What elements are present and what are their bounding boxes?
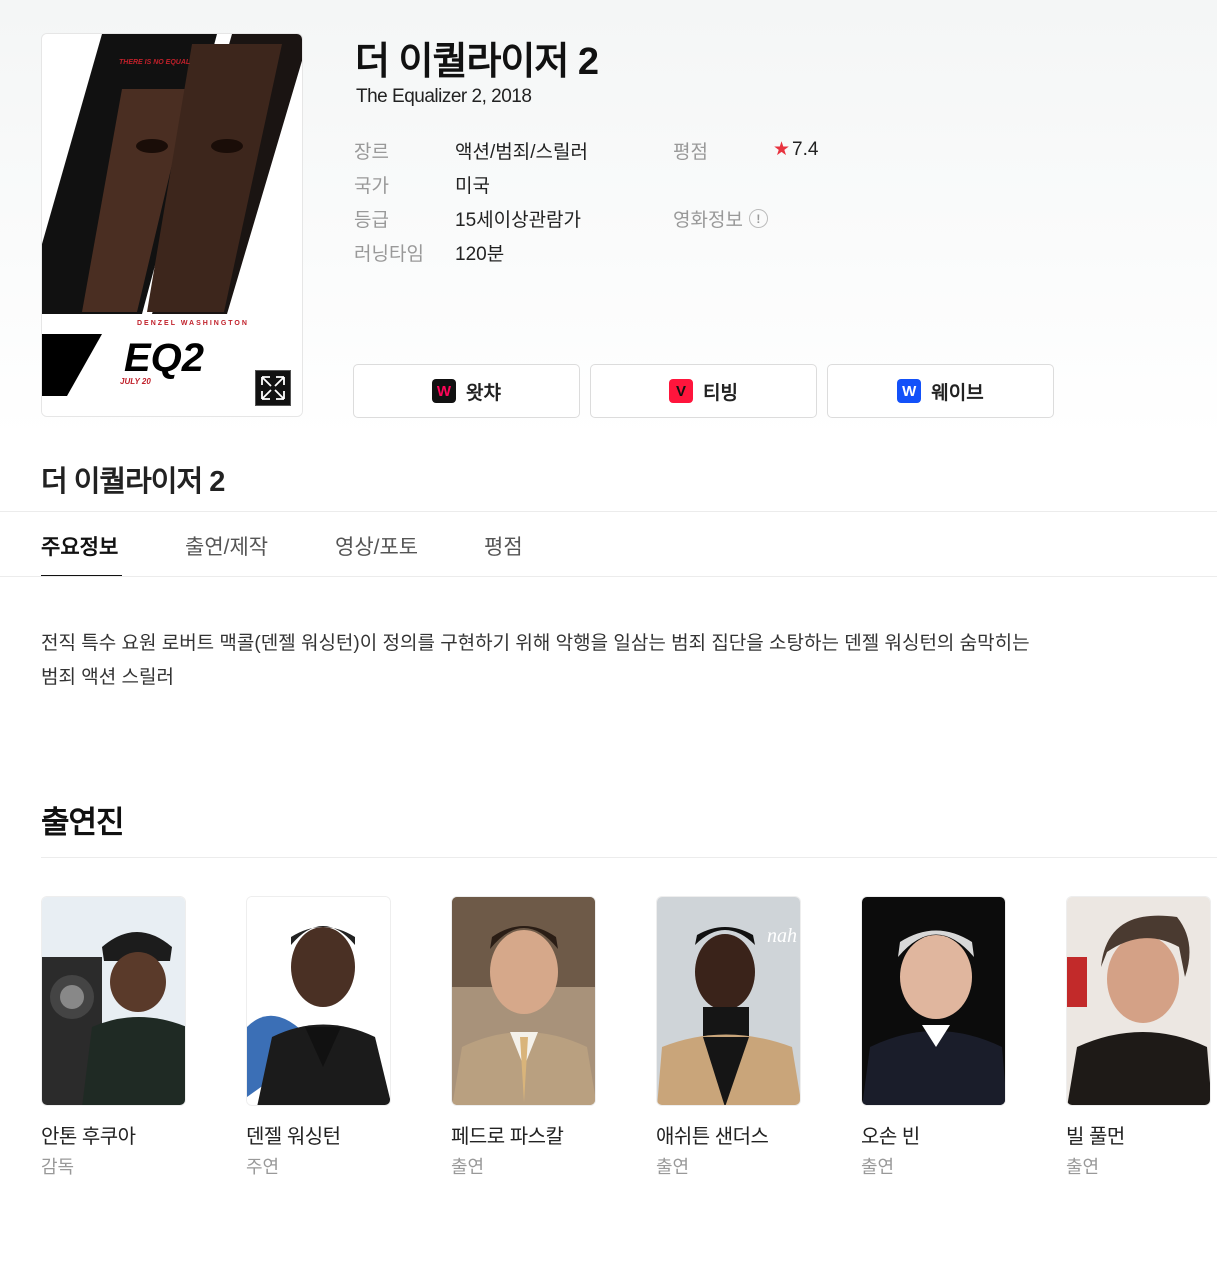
synopsis: 전직 특수 요원 로버트 맥콜(덴젤 워싱턴)이 정의를 구현하기 위해 악행을… [41, 633, 1030, 688]
cast-photo[interactable] [1066, 896, 1211, 1106]
tving-button[interactable]: V 티빙 [590, 364, 817, 418]
cast-photo[interactable] [861, 896, 1006, 1106]
watcha-label: 왓챠 [466, 382, 501, 404]
cast-role: 출연 [451, 1157, 485, 1177]
watcha-logo-icon: W [432, 379, 457, 403]
cast-name[interactable]: 오손 빈 [861, 1120, 1007, 1149]
movie-title: 더 이퀄라이저 2 [355, 41, 599, 83]
cast-name[interactable]: 페드로 파스칼 [451, 1120, 597, 1149]
movie-info-link[interactable]: 영화정보 ! [673, 205, 768, 232]
poster-actor-name: DENZEL WASHINGTON [137, 320, 249, 327]
movie-subtitle: The Equalizer 2, 2018 [356, 86, 532, 107]
country-label: 국가 [354, 176, 389, 197]
cast-name[interactable]: 안톤 후쿠아 [41, 1120, 187, 1149]
tabs-divider [0, 576, 1217, 577]
cast-photo[interactable] [451, 896, 596, 1106]
tving-label: 티빙 [703, 382, 738, 404]
cast-divider [41, 857, 1217, 858]
cast-photo[interactable] [41, 896, 186, 1106]
country-value: 미국 [455, 176, 490, 197]
tab-main-info[interactable]: 주요정보 [41, 531, 118, 561]
tab-rating[interactable]: 평점 [484, 531, 523, 561]
svg-text:nah: nah [767, 925, 797, 947]
cast-role: 감독 [41, 1157, 75, 1177]
star-icon: ★ [773, 139, 791, 160]
tving-logo-icon: V [669, 379, 694, 403]
poster-tagline: THERE IS NO EQUAL [119, 59, 190, 66]
cast-card[interactable]: nah 애쉬튼 샌더스 출연 [656, 896, 802, 1179]
tab-video-photo[interactable]: 영상/포토 [335, 531, 418, 561]
expand-icon[interactable] [255, 370, 291, 406]
grade-value: 15세이상관람가 [455, 210, 582, 231]
cast-photo[interactable]: nah [656, 896, 801, 1106]
info-icon[interactable]: ! [748, 209, 768, 228]
poster-release: JULY 20 [120, 377, 151, 386]
cast-role: 주연 [246, 1157, 280, 1177]
cast-role: 출연 [656, 1157, 690, 1177]
score-value: 7.4 [792, 138, 819, 160]
cast-card[interactable]: 안톤 후쿠아 감독 [41, 896, 187, 1179]
poster-artwork: THERE IS NO EQUAL DENZEL WASHINGTON EQ2 … [42, 34, 302, 416]
cast-card[interactable]: 빌 풀먼 출연 [1066, 896, 1212, 1179]
cast-section-title: 출연진 [41, 805, 125, 840]
cast-name[interactable]: 빌 풀먼 [1066, 1120, 1212, 1149]
score-rating: ★ 7.4 [773, 138, 818, 161]
grade-label: 등급 [354, 210, 389, 231]
cast-role: 출연 [861, 1157, 895, 1177]
cast-card[interactable]: 오손 빈 출연 [861, 896, 1007, 1179]
genre-value: 액션/범죄/스릴러 [455, 142, 588, 163]
cast-card[interactable]: 페드로 파스칼 출연 [451, 896, 597, 1179]
cast-role: 출연 [1066, 1157, 1100, 1177]
wavve-button[interactable]: W 웨이브 [827, 364, 1054, 418]
watcha-button[interactable]: W 왓챠 [353, 364, 580, 418]
cast-name[interactable]: 덴젤 워싱턴 [246, 1120, 392, 1149]
movie-info-label: 영화정보 [673, 210, 743, 231]
cast-card[interactable]: 덴젤 워싱턴 주연 [246, 896, 392, 1179]
movie-poster[interactable]: THERE IS NO EQUAL DENZEL WASHINGTON EQ2 … [41, 33, 303, 417]
tab-cast-crew[interactable]: 출연/제작 [185, 531, 268, 561]
genre-label: 장르 [354, 142, 389, 163]
section-title: 더 이퀄라이저 2 [41, 466, 225, 498]
poster-logo: EQ2 [124, 336, 204, 380]
cast-photo[interactable] [246, 896, 391, 1106]
runtime-value: 120분 [455, 244, 505, 265]
divider [0, 511, 1217, 512]
score-label: 평점 [673, 142, 708, 163]
cast-name[interactable]: 애쉬튼 샌더스 [656, 1120, 802, 1149]
runtime-label: 러닝타임 [354, 244, 424, 265]
wavve-label: 웨이브 [931, 382, 984, 404]
wavve-logo-icon: W [897, 379, 922, 403]
